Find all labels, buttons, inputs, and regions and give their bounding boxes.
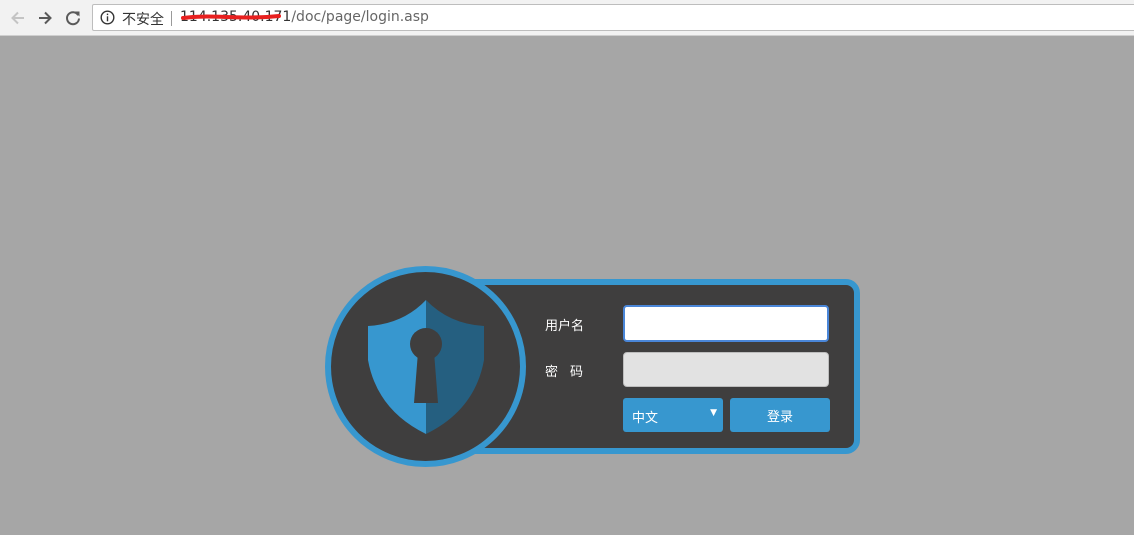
password-input[interactable] xyxy=(623,352,829,387)
back-button[interactable] xyxy=(6,6,30,30)
username-label: 用户名 xyxy=(545,319,585,334)
browser-toolbar: 不安全 114.135.40.171/doc/page/login.asp xyxy=(0,0,1134,36)
language-select[interactable]: 中文 ▼ xyxy=(623,398,723,432)
password-label: 密码 xyxy=(545,365,596,380)
reload-button[interactable] xyxy=(61,6,85,30)
security-emblem xyxy=(325,266,526,467)
address-bar[interactable]: 不安全 114.135.40.171/doc/page/login.asp xyxy=(92,4,1134,31)
forward-button[interactable] xyxy=(33,6,57,30)
login-button[interactable]: 登录 xyxy=(730,398,830,432)
url-path: /doc/page/login.asp xyxy=(291,9,429,25)
arrow-left-icon xyxy=(11,11,24,25)
security-status-label: 不安全 xyxy=(122,12,164,28)
caret-down-icon: ▼ xyxy=(710,408,717,418)
info-icon[interactable] xyxy=(100,10,115,25)
address-divider xyxy=(171,11,172,26)
username-input[interactable] xyxy=(623,305,829,342)
shield-lock-icon xyxy=(368,300,484,434)
url-text[interactable]: 114.135.40.171/doc/page/login.asp xyxy=(180,9,429,25)
reload-icon xyxy=(66,11,80,26)
url-host: 114.135.40.171 xyxy=(180,9,292,25)
language-selected-value: 中文 xyxy=(632,411,659,426)
arrow-right-icon xyxy=(39,11,52,25)
